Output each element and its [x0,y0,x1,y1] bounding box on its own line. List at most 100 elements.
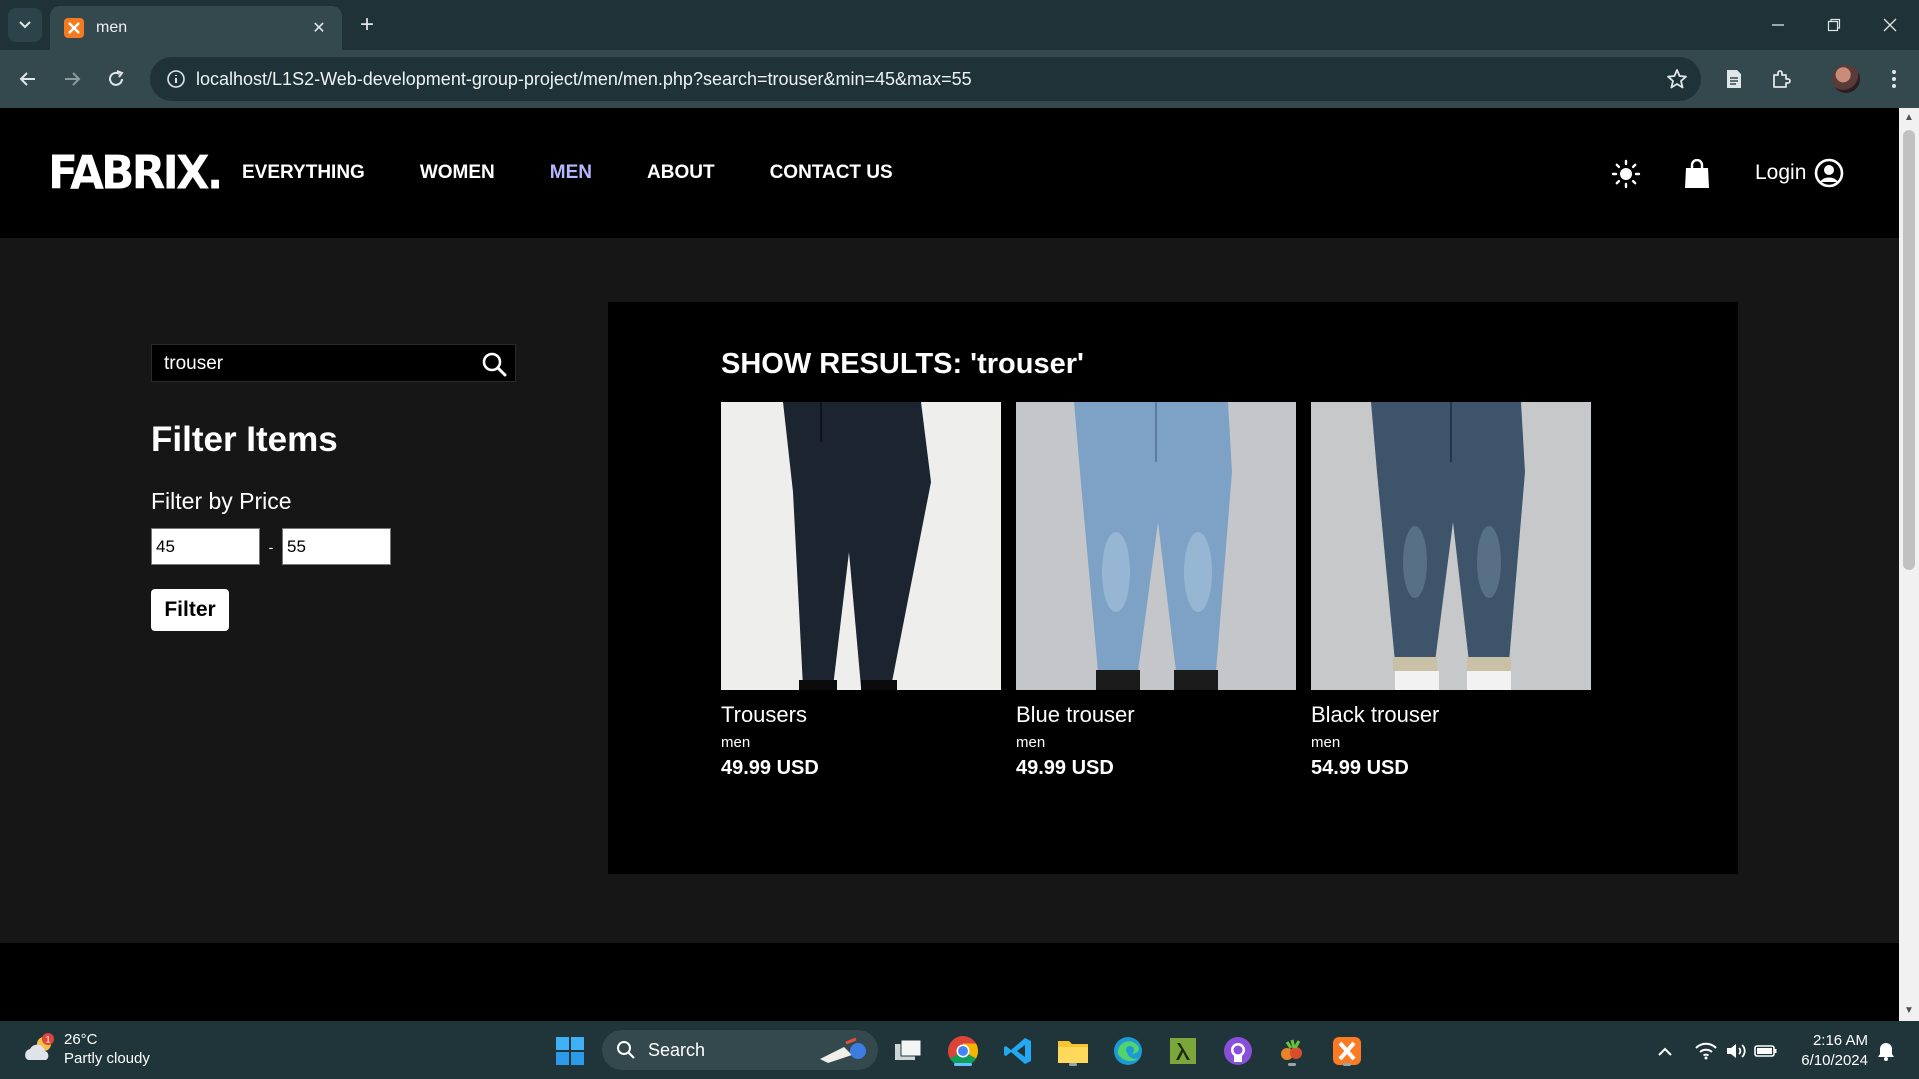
results-title: SHOW RESULTS: 'trouser' [721,348,1084,380]
scroll-up-icon[interactable]: ▲ [1903,112,1915,124]
taskbar-search-label: Search [648,1039,706,1060]
task-view-icon[interactable] [890,1033,926,1069]
main-nav: EVERYTHING WOMEN MEN ABOUT CONTACT US [242,162,948,184]
weather-desc: Partly cloudy [64,1050,150,1067]
running-indicator [954,1063,972,1066]
product-card[interactable]: Black trouser men 54.99 USD [1311,402,1591,780]
product-category: men [1311,734,1341,751]
wifi-icon[interactable] [1694,1039,1718,1063]
filter-sidebar: trouser Filter Items Filter by Price 45 … [151,344,516,631]
weather-widget[interactable]: 1 26°C Partly cloudy [22,1030,150,1068]
extensions-puzzle-icon[interactable] [1765,63,1797,95]
notification-bell-icon[interactable] [1874,1039,1898,1063]
max-price-input[interactable]: 55 [282,528,391,565]
volume-icon[interactable] [1724,1039,1748,1063]
scroll-thumb[interactable] [1903,130,1915,570]
nav-women[interactable]: WOMEN [420,162,495,184]
login-label: Login [1755,161,1807,184]
min-price-input[interactable]: 45 [151,528,260,565]
battery-icon[interactable] [1754,1039,1778,1063]
edge-app-icon[interactable] [1110,1033,1146,1069]
chevron-down-icon [19,21,31,29]
scroll-down-icon[interactable]: ▼ [1903,1005,1915,1017]
search-icon [617,1041,635,1059]
nav-men[interactable]: MEN [550,162,592,184]
nav-contact-us[interactable]: CONTACT US [770,162,893,184]
nav-everything[interactable]: EVERYTHING [242,162,365,184]
xampp-app-icon[interactable] [1329,1033,1365,1069]
url-text: localhost/L1S2-Web-development-group-pro… [196,69,972,89]
shopping-bag-icon[interactable] [1681,158,1713,190]
restore-icon[interactable] [1812,8,1856,42]
price-range-row: 45 - 55 [151,528,516,565]
product-image[interactable] [721,402,1001,690]
browser-toolbar: localhost/L1S2-Web-development-group-pro… [0,50,1919,108]
search-input[interactable]: trouser [151,344,516,382]
product-name[interactable]: Trousers [721,702,1001,728]
search-value: trouser [164,353,224,374]
tab-title: men [96,19,128,36]
github-desktop-icon[interactable] [1220,1033,1256,1069]
product-card[interactable]: Blue trouser men 49.99 USD [1016,402,1296,780]
site-logo[interactable]: FABRIX. [48,147,223,201]
login-link[interactable]: Login [1755,158,1844,188]
new-tab-button[interactable]: + [352,10,382,40]
running-indicator [1288,1063,1296,1066]
minimize-icon[interactable] [1756,8,1800,42]
running-indicator [1343,1063,1351,1066]
product-price: 49.99 USD [721,757,819,779]
product-name[interactable]: Blue trouser [1016,702,1296,728]
price-separator: - [268,538,274,555]
reading-list-icon[interactable] [1718,63,1750,95]
user-circle-icon [1815,158,1844,188]
fruit-app-icon[interactable] [1274,1033,1310,1069]
profile-avatar[interactable] [1832,65,1860,93]
vscode-app-icon[interactable] [1000,1033,1036,1069]
xampp-favicon-icon [64,18,84,38]
lambda-app-icon[interactable] [1165,1033,1201,1069]
reload-icon[interactable] [98,61,134,97]
windows-start-icon[interactable] [552,1033,588,1069]
product-image[interactable] [1311,402,1591,690]
taskbar-search[interactable]: Search [602,1030,878,1070]
tab-close-icon[interactable]: ✕ [308,17,330,39]
search-icon[interactable] [481,351,507,377]
product-price: 54.99 USD [1311,757,1409,779]
bookmark-star-icon[interactable] [1665,67,1689,91]
site-footer [0,943,1899,1021]
more-menu-icon[interactable] [1878,63,1910,95]
chrome-app-icon[interactable] [945,1033,981,1069]
browser-tabbar: men ✕ + [0,0,1919,50]
browser-tab[interactable]: men ✕ [50,6,342,50]
site-header: FABRIX. EVERYTHING WOMEN MEN ABOUT CONTA… [0,108,1899,238]
system-clock[interactable]: 2:16 AM 6/10/2024 [1796,1031,1868,1071]
clock-date: 6/10/2024 [1801,1052,1868,1069]
theme-toggle-sun-icon[interactable] [1610,158,1642,190]
window-close-icon[interactable] [1868,8,1912,42]
running-indicator [1069,1063,1077,1066]
product-name[interactable]: Black trouser [1311,702,1591,728]
web-page: FABRIX. EVERYTHING WOMEN MEN ABOUT CONTA… [0,108,1899,1021]
back-arrow-icon[interactable] [10,61,46,97]
address-bar[interactable]: localhost/L1S2-Web-development-group-pro… [150,57,1701,101]
weather-text: 26°C Partly cloudy [64,1030,150,1068]
file-explorer-icon[interactable] [1055,1033,1091,1069]
site-info-icon[interactable] [164,67,188,91]
partly-cloudy-icon: 1 [22,1032,56,1066]
windows-taskbar: 1 26°C Partly cloudy Search 2:16 AM 6/10… [0,1021,1919,1079]
product-image[interactable] [1016,402,1296,690]
results-panel: SHOW RESULTS: 'trouser' Trousers men 49.… [608,302,1738,874]
forward-arrow-icon[interactable] [54,61,90,97]
filter-title: Filter Items [151,420,338,459]
chevron-up-icon[interactable] [1653,1039,1677,1063]
weather-temp: 26°C [64,1031,98,1048]
price-filter-label: Filter by Price [151,488,292,514]
tab-search-button[interactable] [8,8,42,42]
clock-time: 2:16 AM [1812,1032,1868,1049]
product-category: men [1016,734,1046,751]
product-category: men [721,734,751,751]
page-scrollbar[interactable]: ▲ ▼ [1899,108,1919,1021]
product-card[interactable]: Trousers men 49.99 USD [721,402,1001,780]
nav-about[interactable]: ABOUT [647,162,715,184]
filter-button[interactable]: Filter [151,589,229,631]
